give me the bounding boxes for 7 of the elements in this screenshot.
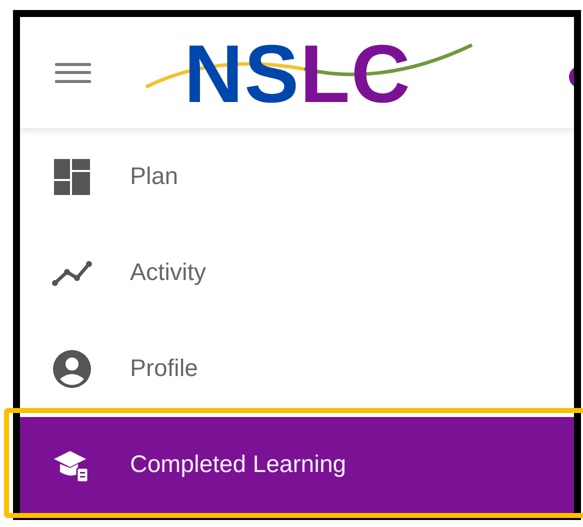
nav-item[interactable]: Profile <box>20 321 574 417</box>
account-icon <box>52 349 92 389</box>
dashboard-icon <box>52 157 92 197</box>
menu-button[interactable] <box>55 62 91 82</box>
nav-item[interactable]: Completed Learning <box>20 417 574 513</box>
nav-item[interactable]: Activity <box>20 225 574 321</box>
nav-item[interactable]: Plan <box>20 129 574 225</box>
